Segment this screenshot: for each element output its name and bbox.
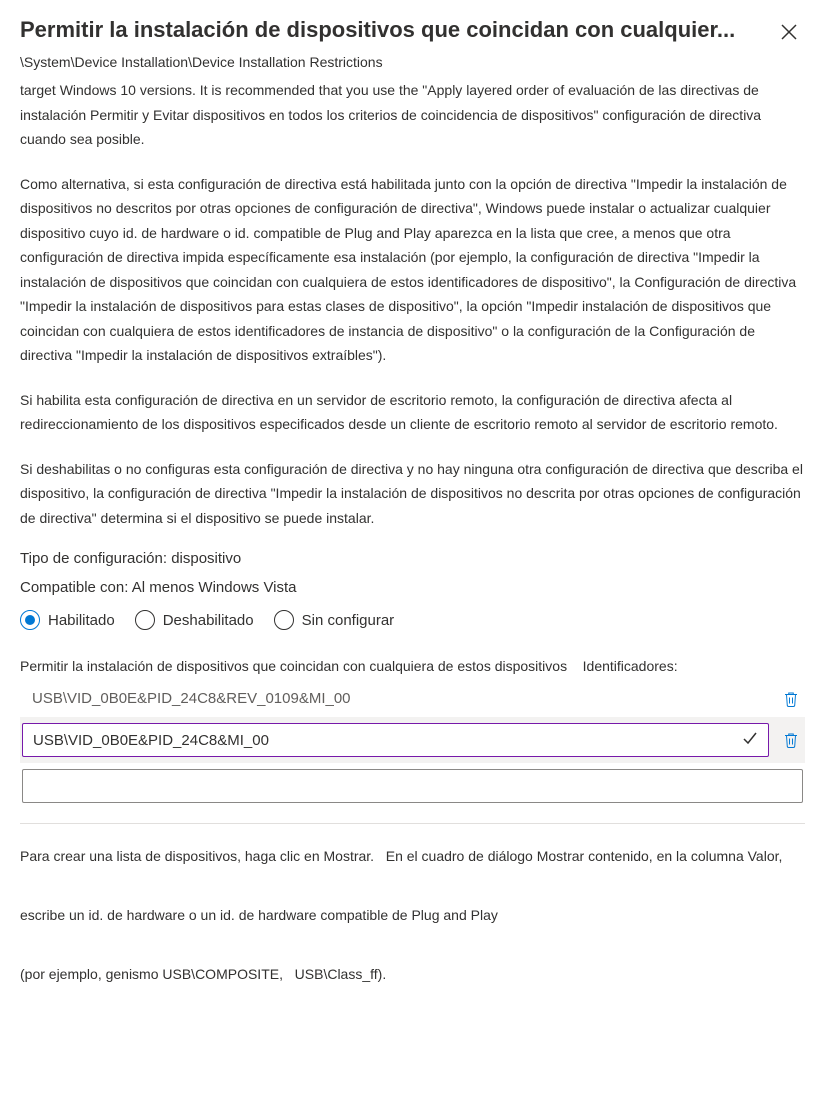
radio-not-configured[interactable]: Sin configurar	[274, 610, 395, 630]
description-para-3: Si habilita esta configuración de direct…	[20, 388, 805, 437]
list-section-label: Permitir la instalación de dispositivos …	[20, 658, 805, 674]
radio-disabled[interactable]: Deshabilitado	[135, 610, 254, 630]
delete-item-button[interactable]	[779, 728, 803, 752]
supported-on-label: Compatible con: Al menos Windows Vista	[20, 579, 805, 596]
list-item-new[interactable]	[20, 763, 805, 809]
delete-item-button[interactable]	[779, 687, 803, 711]
description-para-2: Como alternativa, si esta configuración …	[20, 172, 805, 368]
list-item-value: USB\VID_0B0E&PID_24C8&MI_00	[33, 732, 269, 749]
radio-enabled[interactable]: Habilitado	[20, 610, 115, 630]
list-item-value: USB\VID_0B0E&PID_24C8&REV_0109&MI_00	[22, 686, 769, 711]
page-title: Permitir la instalación de dispositivos …	[20, 16, 773, 45]
breadcrumb: \System\Device Installation\Device Insta…	[20, 54, 805, 70]
list-item-input[interactable]: USB\VID_0B0E&PID_24C8&MI_00	[22, 723, 769, 757]
radio-enabled-label: Habilitado	[48, 612, 115, 629]
radio-circle-icon	[135, 610, 155, 630]
close-button[interactable]	[773, 16, 805, 48]
identifier-list: USB\VID_0B0E&PID_24C8&REV_0109&MI_00 USB…	[20, 680, 805, 809]
list-item[interactable]: USB\VID_0B0E&PID_24C8&REV_0109&MI_00	[20, 680, 805, 717]
description-para-1: target Windows 10 versions. It is recomm…	[20, 78, 805, 152]
check-icon	[742, 730, 758, 746]
radio-circle-icon	[274, 610, 294, 630]
trash-icon	[782, 731, 800, 749]
setting-type-label: Tipo de configuración: dispositivo	[20, 550, 805, 567]
description-block: target Windows 10 versions. It is recomm…	[20, 78, 805, 530]
list-item[interactable]: USB\VID_0B0E&PID_24C8&MI_00	[20, 717, 805, 763]
footer-help-text: Para crear una lista de dispositivos, ha…	[20, 842, 805, 989]
list-item-input-empty[interactable]	[22, 769, 803, 803]
header-row: Permitir la instalación de dispositivos …	[20, 16, 805, 48]
trash-icon	[782, 690, 800, 708]
policy-settings-pane: Permitir la instalación de dispositivos …	[0, 0, 825, 1019]
state-radio-group: Habilitado Deshabilitado Sin configurar	[20, 610, 805, 630]
confirm-input-button[interactable]	[742, 730, 758, 750]
divider	[20, 823, 805, 824]
radio-disabled-label: Deshabilitado	[163, 612, 254, 629]
radio-not-configured-label: Sin configurar	[302, 612, 395, 629]
description-para-4: Si deshabilitas o no configuras esta con…	[20, 457, 805, 531]
close-icon	[781, 24, 797, 40]
radio-circle-icon	[20, 610, 40, 630]
